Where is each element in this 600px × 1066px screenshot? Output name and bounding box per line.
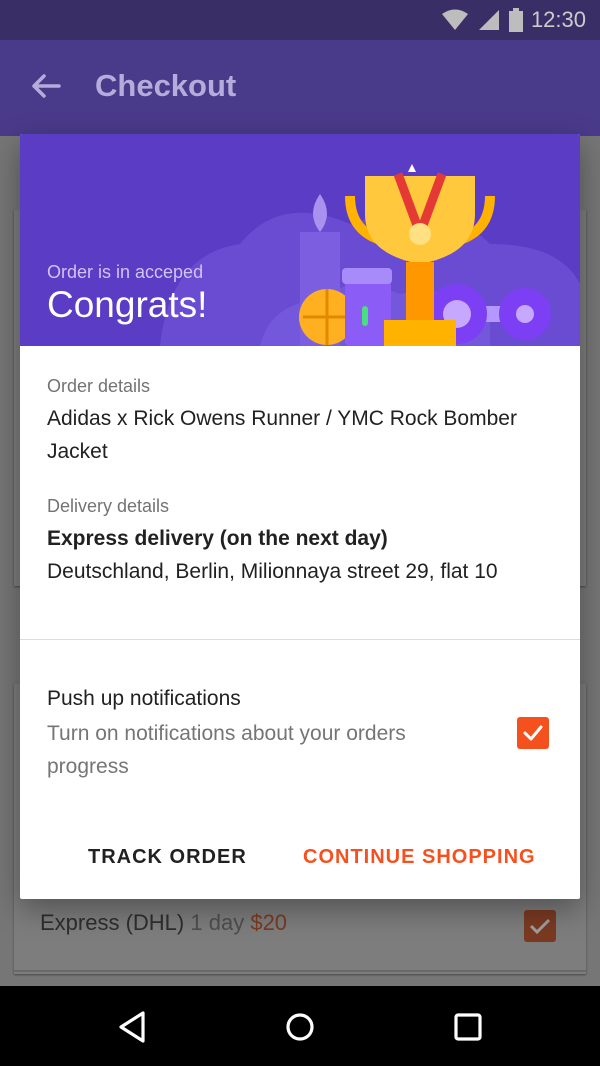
signal-icon bbox=[478, 10, 499, 30]
back-triangle-icon[interactable] bbox=[113, 1008, 151, 1046]
notifications-title: Push up notifications bbox=[47, 687, 241, 710]
order-confirmation-dialog: Order is in acceped Congrats! Order deta… bbox=[20, 134, 580, 899]
notifications-description: Turn on notifications about your orders … bbox=[47, 722, 406, 778]
track-order-button[interactable]: TRACK ORDER bbox=[88, 846, 247, 869]
order-status-text: Order is in acceped bbox=[47, 262, 204, 282]
status-bar: 12:30 bbox=[0, 0, 600, 40]
delivery-details-label: Delivery details bbox=[47, 496, 170, 516]
shipping-option-checkbox[interactable] bbox=[524, 910, 556, 942]
system-nav-bar bbox=[0, 986, 600, 1066]
check-icon bbox=[523, 725, 543, 741]
check-icon bbox=[529, 918, 551, 935]
continue-shopping-button[interactable]: CONTINUE SHOPPING bbox=[303, 846, 536, 869]
shipping-option-price: $20 bbox=[250, 910, 288, 935]
delivery-address: Deutschland, Berlin, Milionnaya street 2… bbox=[47, 560, 498, 583]
wifi-icon bbox=[441, 9, 468, 30]
delivery-method: Express delivery (on the next day) bbox=[47, 527, 388, 550]
divider bbox=[20, 639, 580, 640]
order-details-label: Order details bbox=[47, 376, 151, 396]
status-time: 12:30 bbox=[530, 7, 586, 32]
dialog-hero: Order is in acceped Congrats! bbox=[20, 134, 580, 346]
shipping-option-row[interactable]: Express (DHL) 1 day $20 bbox=[40, 910, 287, 936]
order-details-text: Adidas x Rick Owens Runner / YMC Rock Bo… bbox=[47, 407, 517, 463]
dialog-title: Congrats! bbox=[47, 284, 208, 325]
recents-square-icon[interactable] bbox=[449, 1008, 487, 1046]
divider bbox=[14, 970, 586, 972]
home-circle-icon[interactable] bbox=[281, 1008, 319, 1046]
app-bar: Checkout bbox=[0, 40, 600, 136]
shipping-option-name: Express (DHL) bbox=[40, 910, 185, 935]
notifications-checkbox[interactable] bbox=[517, 717, 549, 749]
shipping-option-duration: 1 day bbox=[190, 910, 245, 935]
page-title: Checkout bbox=[95, 68, 237, 103]
arrow-back-icon[interactable] bbox=[30, 70, 62, 102]
battery-icon bbox=[508, 8, 523, 32]
